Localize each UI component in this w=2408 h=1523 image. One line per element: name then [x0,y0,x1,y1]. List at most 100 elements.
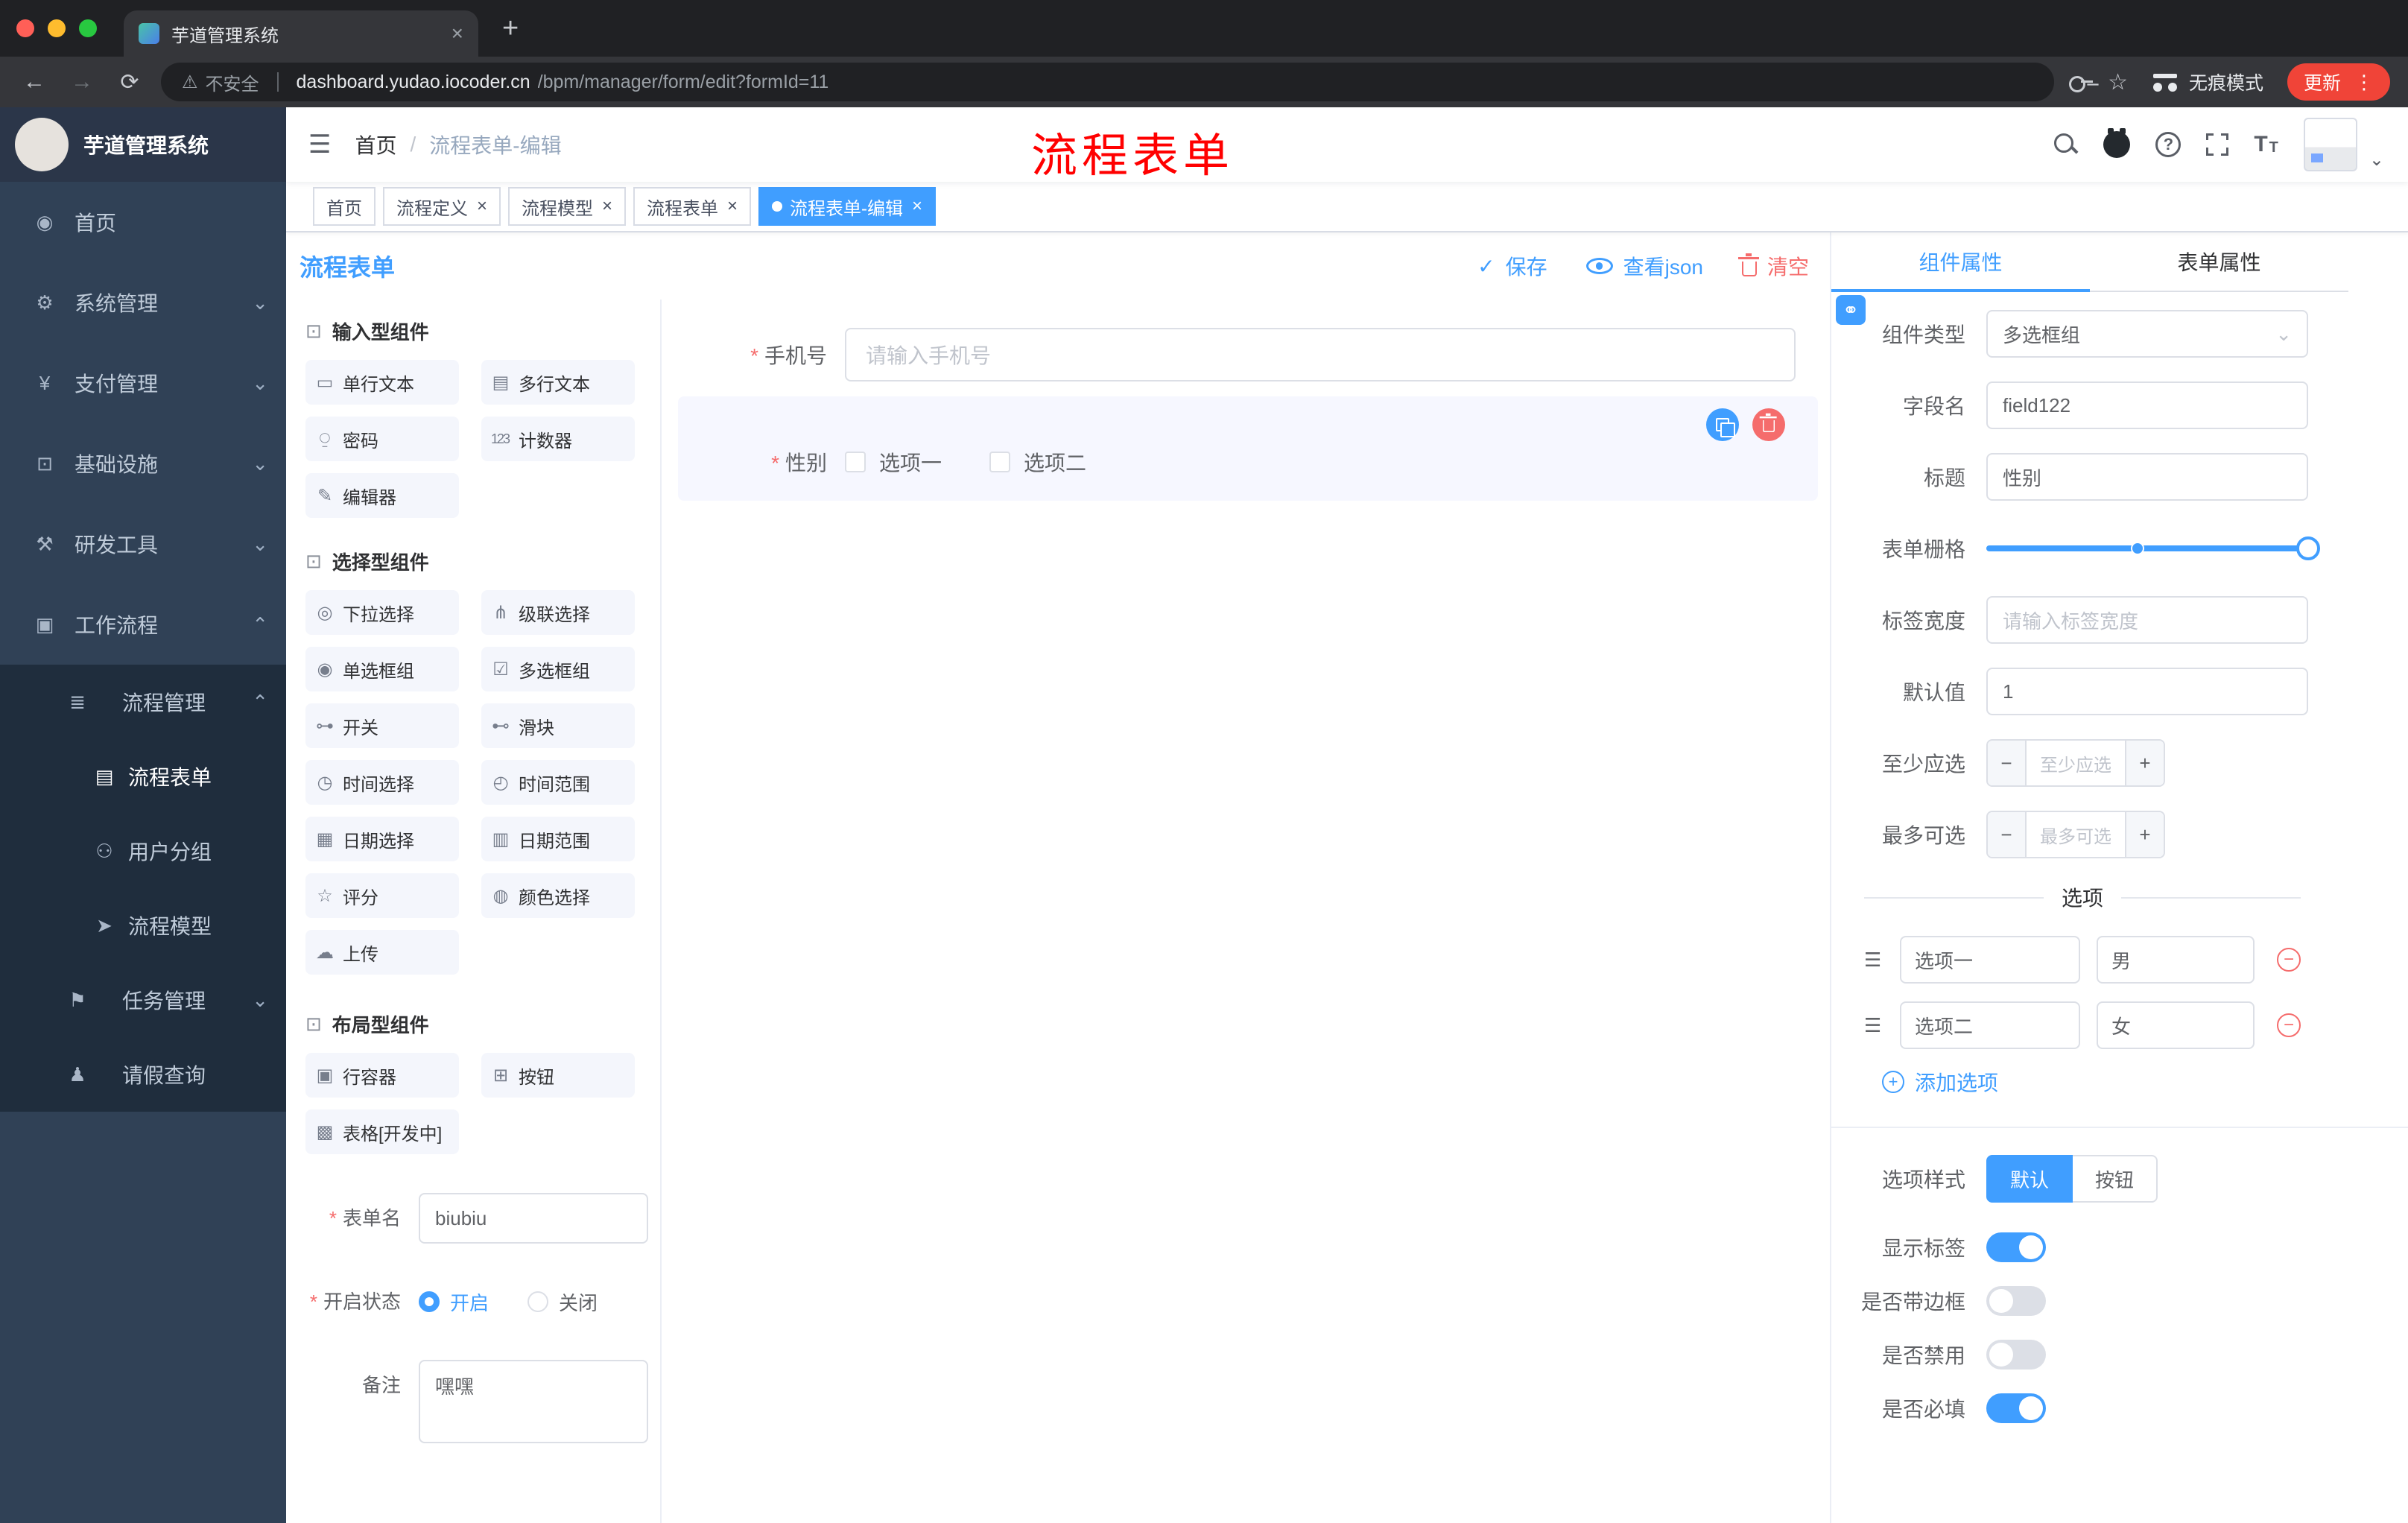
new-tab-button[interactable]: + [502,13,519,45]
palette-item-color-picker[interactable]: ◍ 颜色选择 [481,873,635,918]
with-border-toggle[interactable] [1986,1286,2046,1316]
checkbox-box[interactable] [845,452,866,472]
link-badge-icon[interactable]: ⚭ [1836,295,1866,325]
phone-input[interactable]: 请输入手机号 [845,328,1796,381]
radio-open[interactable]: 开启 [419,1288,489,1316]
component-type-select[interactable]: 多选框组 ⌄ [1986,310,2308,358]
address-bar[interactable]: ⚠ 不安全 dashboard.yudao.iocoder.cn /bpm/ma… [161,63,2055,101]
font-size-icon[interactable] [2254,133,2278,156]
window-zoom-button[interactable] [79,19,97,37]
sidebar-item-home[interactable]: ◉ 首页 [0,182,286,262]
increase-button[interactable]: + [2125,812,2164,857]
sidebar-toggle-icon[interactable]: ☰ [308,130,331,159]
copy-field-button[interactable] [1706,408,1739,441]
tag-close-icon[interactable]: × [727,196,738,217]
sidebar-item-infra[interactable]: ⊡ 基础设施 ⌄ [0,423,286,504]
slider-handle[interactable] [2296,536,2320,560]
save-button[interactable]: ✓ 保存 [1477,251,1547,281]
palette-item-single-text[interactable]: ▭ 单行文本 [305,360,459,405]
style-default-button[interactable]: 默认 [1986,1155,2073,1203]
tab-form-props[interactable]: 表单属性 [2090,232,2348,291]
security-label[interactable]: 不安全 [206,69,259,95]
remove-option-button[interactable]: − [2277,948,2301,972]
palette-item-editor[interactable]: ✎ 编辑器 [305,473,459,518]
title-input[interactable]: 性别 [1986,453,2308,501]
option-1-value-input[interactable]: 男 [2097,936,2255,984]
add-option-button[interactable]: + 添加选项 [1831,1067,2408,1097]
palette-item-slider[interactable]: ⊷ 滑块 [481,703,635,748]
tag-process-form-edit[interactable]: 流程表单-编辑 × [758,187,937,226]
palette-item-row-container[interactable]: ▣ 行容器 [305,1053,459,1098]
sidebar-item-system[interactable]: ⚙ 系统管理 ⌄ [0,262,286,343]
sidebar-item-devtools[interactable]: ⚒ 研发工具 ⌄ [0,504,286,584]
security-warning-icon[interactable]: ⚠ [182,72,198,93]
palette-item-time-range[interactable]: ◴ 时间范围 [481,760,635,805]
bookmark-star-icon[interactable]: ☆ [2108,69,2128,95]
sidebar-item-payment[interactable]: ¥ 支付管理 ⌄ [0,343,286,423]
required-toggle[interactable] [1986,1393,2046,1423]
palette-item-counter[interactable]: 123 计数器 [481,417,635,461]
palette-item-table[interactable]: ▩ 表格[开发中] [305,1109,459,1154]
palette-item-upload[interactable]: ☁ 上传 [305,930,459,975]
canvas-field-phone[interactable]: 手机号 请输入手机号 [678,328,1818,381]
option-2-value-input[interactable]: 女 [2097,1001,2255,1049]
tag-home[interactable]: 首页 [313,187,376,226]
palette-item-switch[interactable]: ⊶ 开关 [305,703,459,748]
tag-process-definition[interactable]: 流程定义 × [383,187,501,226]
gender-option-1[interactable]: 选项一 [845,447,942,477]
window-minimize-button[interactable] [48,19,66,37]
increase-button[interactable]: + [2125,741,2164,785]
palette-item-date-range[interactable]: ▥ 日期范围 [481,817,635,861]
default-value-input[interactable]: 1 [1986,668,2308,715]
window-close-button[interactable] [16,19,34,37]
sidebar-item-task-mgmt[interactable]: ⚑ 任务管理 ⌄ [0,963,286,1037]
palette-item-radio-group[interactable]: ◉ 单选框组 [305,647,459,691]
fullscreen-icon[interactable] [2204,131,2231,158]
tab-close-icon[interactable]: × [452,22,463,45]
tag-process-form[interactable]: 流程表单 × [633,187,752,226]
tag-process-model[interactable]: 流程模型 × [508,187,627,226]
browser-tab[interactable]: 芋道管理系统 × [124,10,478,57]
palette-item-dropdown[interactable]: ◎ 下拉选择 [305,590,459,635]
browser-menu-icon[interactable]: ⋮ [2354,71,2374,94]
tab-component-props[interactable]: 组件属性 [1831,232,2090,292]
canvas-field-gender-selected[interactable]: 性别 选项一 选项二 [678,396,1818,501]
option-1-label-input[interactable]: 选项一 [1900,936,2080,984]
style-button-button[interactable]: 按钮 [2073,1155,2158,1203]
max-select-value[interactable]: 最多可选 [2027,812,2125,857]
label-width-input[interactable]: 请输入标签宽度 [1986,596,2308,644]
sidebar-logo[interactable]: 芋道管理系统 [0,107,286,182]
min-select-value[interactable]: 至少应选 [2027,741,2125,785]
avatar[interactable] [2303,118,2357,171]
reload-button[interactable]: ⟳ [113,69,146,95]
grid-slider[interactable] [1986,525,2320,572]
back-button[interactable]: ← [18,69,51,95]
tag-close-icon[interactable]: × [602,196,612,217]
tag-close-icon[interactable]: × [477,196,487,217]
sidebar-item-workflow[interactable]: ▣ 工作流程 ⌃ [0,584,286,665]
forward-button[interactable]: → [66,69,98,95]
checkbox-box[interactable] [989,452,1011,472]
github-icon[interactable] [2103,128,2131,158]
sidebar-item-process-form[interactable]: ▤ 流程表单 [0,739,286,814]
delete-field-button[interactable] [1752,408,1785,441]
option-2-label-input[interactable]: 选项二 [1900,1001,2080,1049]
avatar-caret-icon[interactable]: ⌄ [2369,149,2384,171]
form-name-input[interactable]: biubiu [419,1193,648,1244]
palette-item-date-picker[interactable]: ▦ 日期选择 [305,817,459,861]
help-icon[interactable] [2155,132,2182,157]
search-icon[interactable] [2053,132,2078,157]
breadcrumb-home[interactable]: 首页 [355,130,396,159]
form-canvas[interactable]: 手机号 请输入手机号 [662,300,1830,1523]
sidebar-item-leave-query[interactable]: ♟ 请假查询 [0,1037,286,1112]
tag-close-icon[interactable]: × [912,196,922,217]
drag-handle-icon[interactable]: ☰ [1864,949,1888,972]
gender-option-2[interactable]: 选项二 [989,447,1086,477]
drag-handle-icon[interactable]: ☰ [1864,1014,1888,1037]
palette-item-cascade[interactable]: ⋔ 级联选择 [481,590,635,635]
palette-item-password[interactable]: ⍜ 密码 [305,417,459,461]
decrease-button[interactable]: − [1988,812,2027,857]
palette-item-rating[interactable]: ☆ 评分 [305,873,459,918]
palette-item-multi-text[interactable]: ▤ 多行文本 [481,360,635,405]
password-key-icon[interactable] [2069,73,2094,92]
